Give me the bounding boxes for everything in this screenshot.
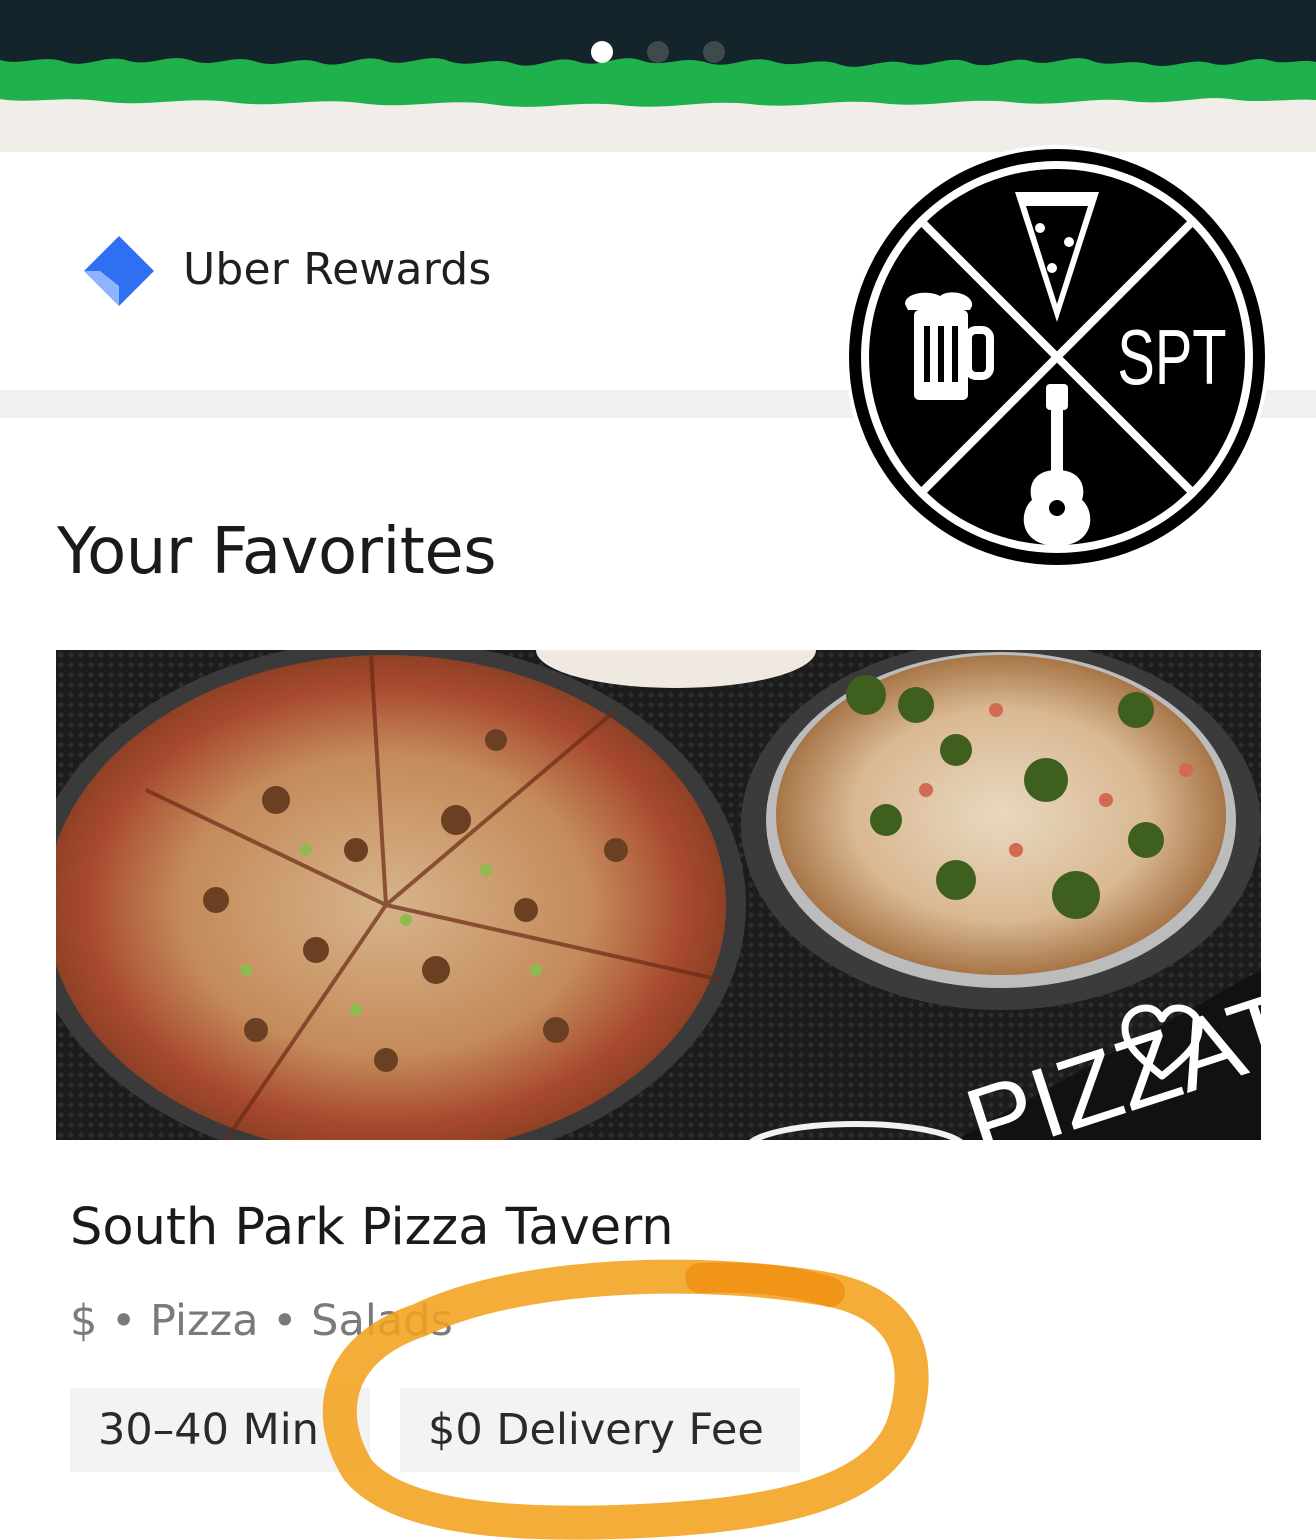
promo-banner[interactable]	[0, 0, 1316, 152]
heart-outline-icon[interactable]	[1119, 1004, 1205, 1082]
eta-chip: 30–40 Min	[70, 1388, 370, 1472]
logo-text: SPT	[1117, 314, 1226, 401]
rewards-label[interactable]: Uber Rewards	[183, 244, 491, 295]
section-title-favorites: Your Favorites	[57, 515, 497, 589]
carousel-dot[interactable]	[703, 41, 725, 63]
banner-artwork	[0, 0, 1316, 152]
pizza-photo: PIZZATO	[56, 650, 1261, 1140]
restaurant-card-photo[interactable]: PIZZATO	[56, 650, 1261, 1140]
carousel-dot[interactable]	[647, 41, 669, 63]
carousel-dot-active[interactable]	[591, 41, 613, 63]
restaurant-name[interactable]: South Park Pizza Tavern	[70, 1198, 674, 1257]
spt-logo: SPT	[842, 144, 1272, 570]
blue-diamond-icon	[82, 234, 156, 308]
restaurant-meta: $ • Pizza • Salads	[70, 1296, 453, 1346]
delivery-fee-chip: $0 Delivery Fee	[400, 1388, 800, 1472]
